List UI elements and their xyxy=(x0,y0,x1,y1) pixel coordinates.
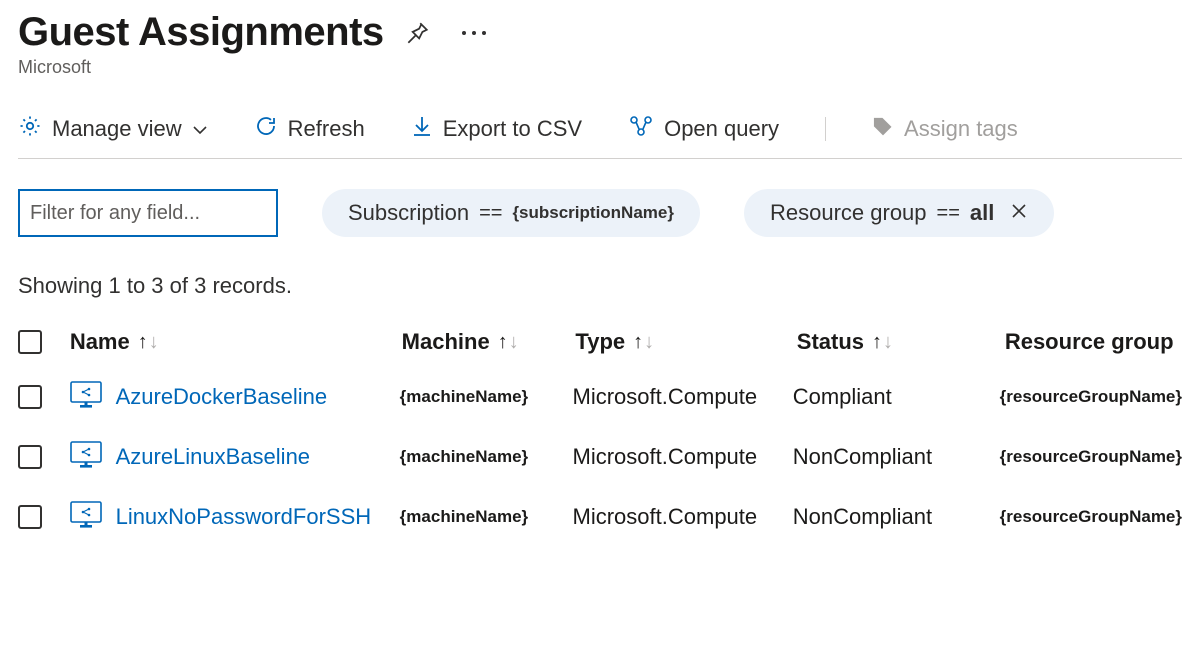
refresh-button[interactable]: Refresh xyxy=(254,114,365,144)
column-header-resource-group[interactable]: Resource group xyxy=(1005,329,1174,355)
grid-header: Name ↑↓ Machine ↑↓ Type ↑ xyxy=(18,329,1182,367)
download-icon xyxy=(411,114,433,144)
open-query-button[interactable]: Open query xyxy=(628,114,779,144)
column-header-label: Type xyxy=(575,329,625,355)
filter-pill-subscription[interactable]: Subscription == {subscriptionName} xyxy=(322,189,700,237)
toolbar-divider xyxy=(825,117,826,141)
row-machine: {machineName} xyxy=(400,507,565,527)
gear-icon xyxy=(18,114,42,144)
row-status: NonCompliant xyxy=(793,444,992,470)
row-resource-group: {resourceGroupName} xyxy=(1000,387,1182,407)
column-header-label: Resource group xyxy=(1005,329,1174,355)
row-status: NonCompliant xyxy=(793,504,992,530)
pill-label: Subscription xyxy=(348,200,469,226)
pill-value: all xyxy=(970,200,994,226)
row-name-link[interactable]: LinuxNoPasswordForSSH xyxy=(116,504,372,530)
row-machine: {machineName} xyxy=(400,387,565,407)
column-header-status[interactable]: Status ↑↓ xyxy=(797,329,893,355)
toolbar: Manage view Refresh xyxy=(18,114,1182,159)
query-icon xyxy=(628,114,654,144)
pin-icon[interactable] xyxy=(404,20,430,46)
close-icon[interactable] xyxy=(1010,200,1028,226)
sort-icon: ↑↓ xyxy=(872,331,893,354)
open-query-label: Open query xyxy=(664,116,779,142)
table-row: AzureDockerBaseline {machineName} Micros… xyxy=(18,367,1182,427)
chevron-down-icon xyxy=(192,116,208,142)
refresh-icon xyxy=(254,114,278,144)
monitor-icon xyxy=(70,381,102,414)
column-header-type[interactable]: Type ↑↓ xyxy=(575,329,654,355)
monitor-icon xyxy=(70,501,102,534)
table-row: LinuxNoPasswordForSSH {machineName} Micr… xyxy=(18,487,1182,547)
results-grid: Name ↑↓ Machine ↑↓ Type ↑ xyxy=(18,329,1182,547)
column-header-label: Status xyxy=(797,329,864,355)
row-type: Microsoft.Compute xyxy=(573,504,785,530)
sort-icon: ↑↓ xyxy=(633,331,654,354)
monitor-icon xyxy=(70,441,102,474)
pill-label: Resource group xyxy=(770,200,927,226)
select-all-checkbox[interactable] xyxy=(18,330,42,354)
table-row: AzureLinuxBaseline {machineName} Microso… xyxy=(18,427,1182,487)
more-icon[interactable] xyxy=(460,28,488,38)
sort-icon: ↑↓ xyxy=(138,331,159,354)
sort-icon: ↑↓ xyxy=(498,331,519,354)
column-header-label: Machine xyxy=(402,329,490,355)
records-count: Showing 1 to 3 of 3 records. xyxy=(18,273,1182,299)
subtitle: Microsoft xyxy=(18,57,1182,78)
row-name-link[interactable]: AzureLinuxBaseline xyxy=(116,444,310,470)
row-machine: {machineName} xyxy=(400,447,565,467)
filter-row: Subscription == {subscriptionName} Resou… xyxy=(18,189,1182,237)
row-status: Compliant xyxy=(793,384,992,410)
pill-value: {subscriptionName} xyxy=(512,203,674,223)
row-name-link[interactable]: AzureDockerBaseline xyxy=(116,384,328,410)
row-type: Microsoft.Compute xyxy=(573,444,785,470)
refresh-label: Refresh xyxy=(288,116,365,142)
pill-operator: == xyxy=(937,202,960,225)
column-header-label: Name xyxy=(70,329,130,355)
pill-operator: == xyxy=(479,202,502,225)
assign-tags-button[interactable]: Assign tags xyxy=(872,115,1018,143)
row-checkbox[interactable] xyxy=(18,505,42,529)
export-csv-button[interactable]: Export to CSV xyxy=(411,114,582,144)
row-type: Microsoft.Compute xyxy=(573,384,785,410)
filter-input[interactable] xyxy=(18,189,278,237)
row-resource-group: {resourceGroupName} xyxy=(1000,507,1182,527)
column-header-machine[interactable]: Machine ↑↓ xyxy=(402,329,519,355)
manage-view-label: Manage view xyxy=(52,116,182,142)
export-csv-label: Export to CSV xyxy=(443,116,582,142)
row-checkbox[interactable] xyxy=(18,385,42,409)
manage-view-button[interactable]: Manage view xyxy=(18,114,208,144)
tag-icon xyxy=(872,115,894,143)
assign-tags-label: Assign tags xyxy=(904,116,1018,142)
column-header-name[interactable]: Name ↑↓ xyxy=(70,329,159,355)
row-resource-group: {resourceGroupName} xyxy=(1000,447,1182,467)
page-title: Guest Assignments xyxy=(18,10,384,55)
filter-pill-resource-group[interactable]: Resource group == all xyxy=(744,189,1054,237)
row-checkbox[interactable] xyxy=(18,445,42,469)
